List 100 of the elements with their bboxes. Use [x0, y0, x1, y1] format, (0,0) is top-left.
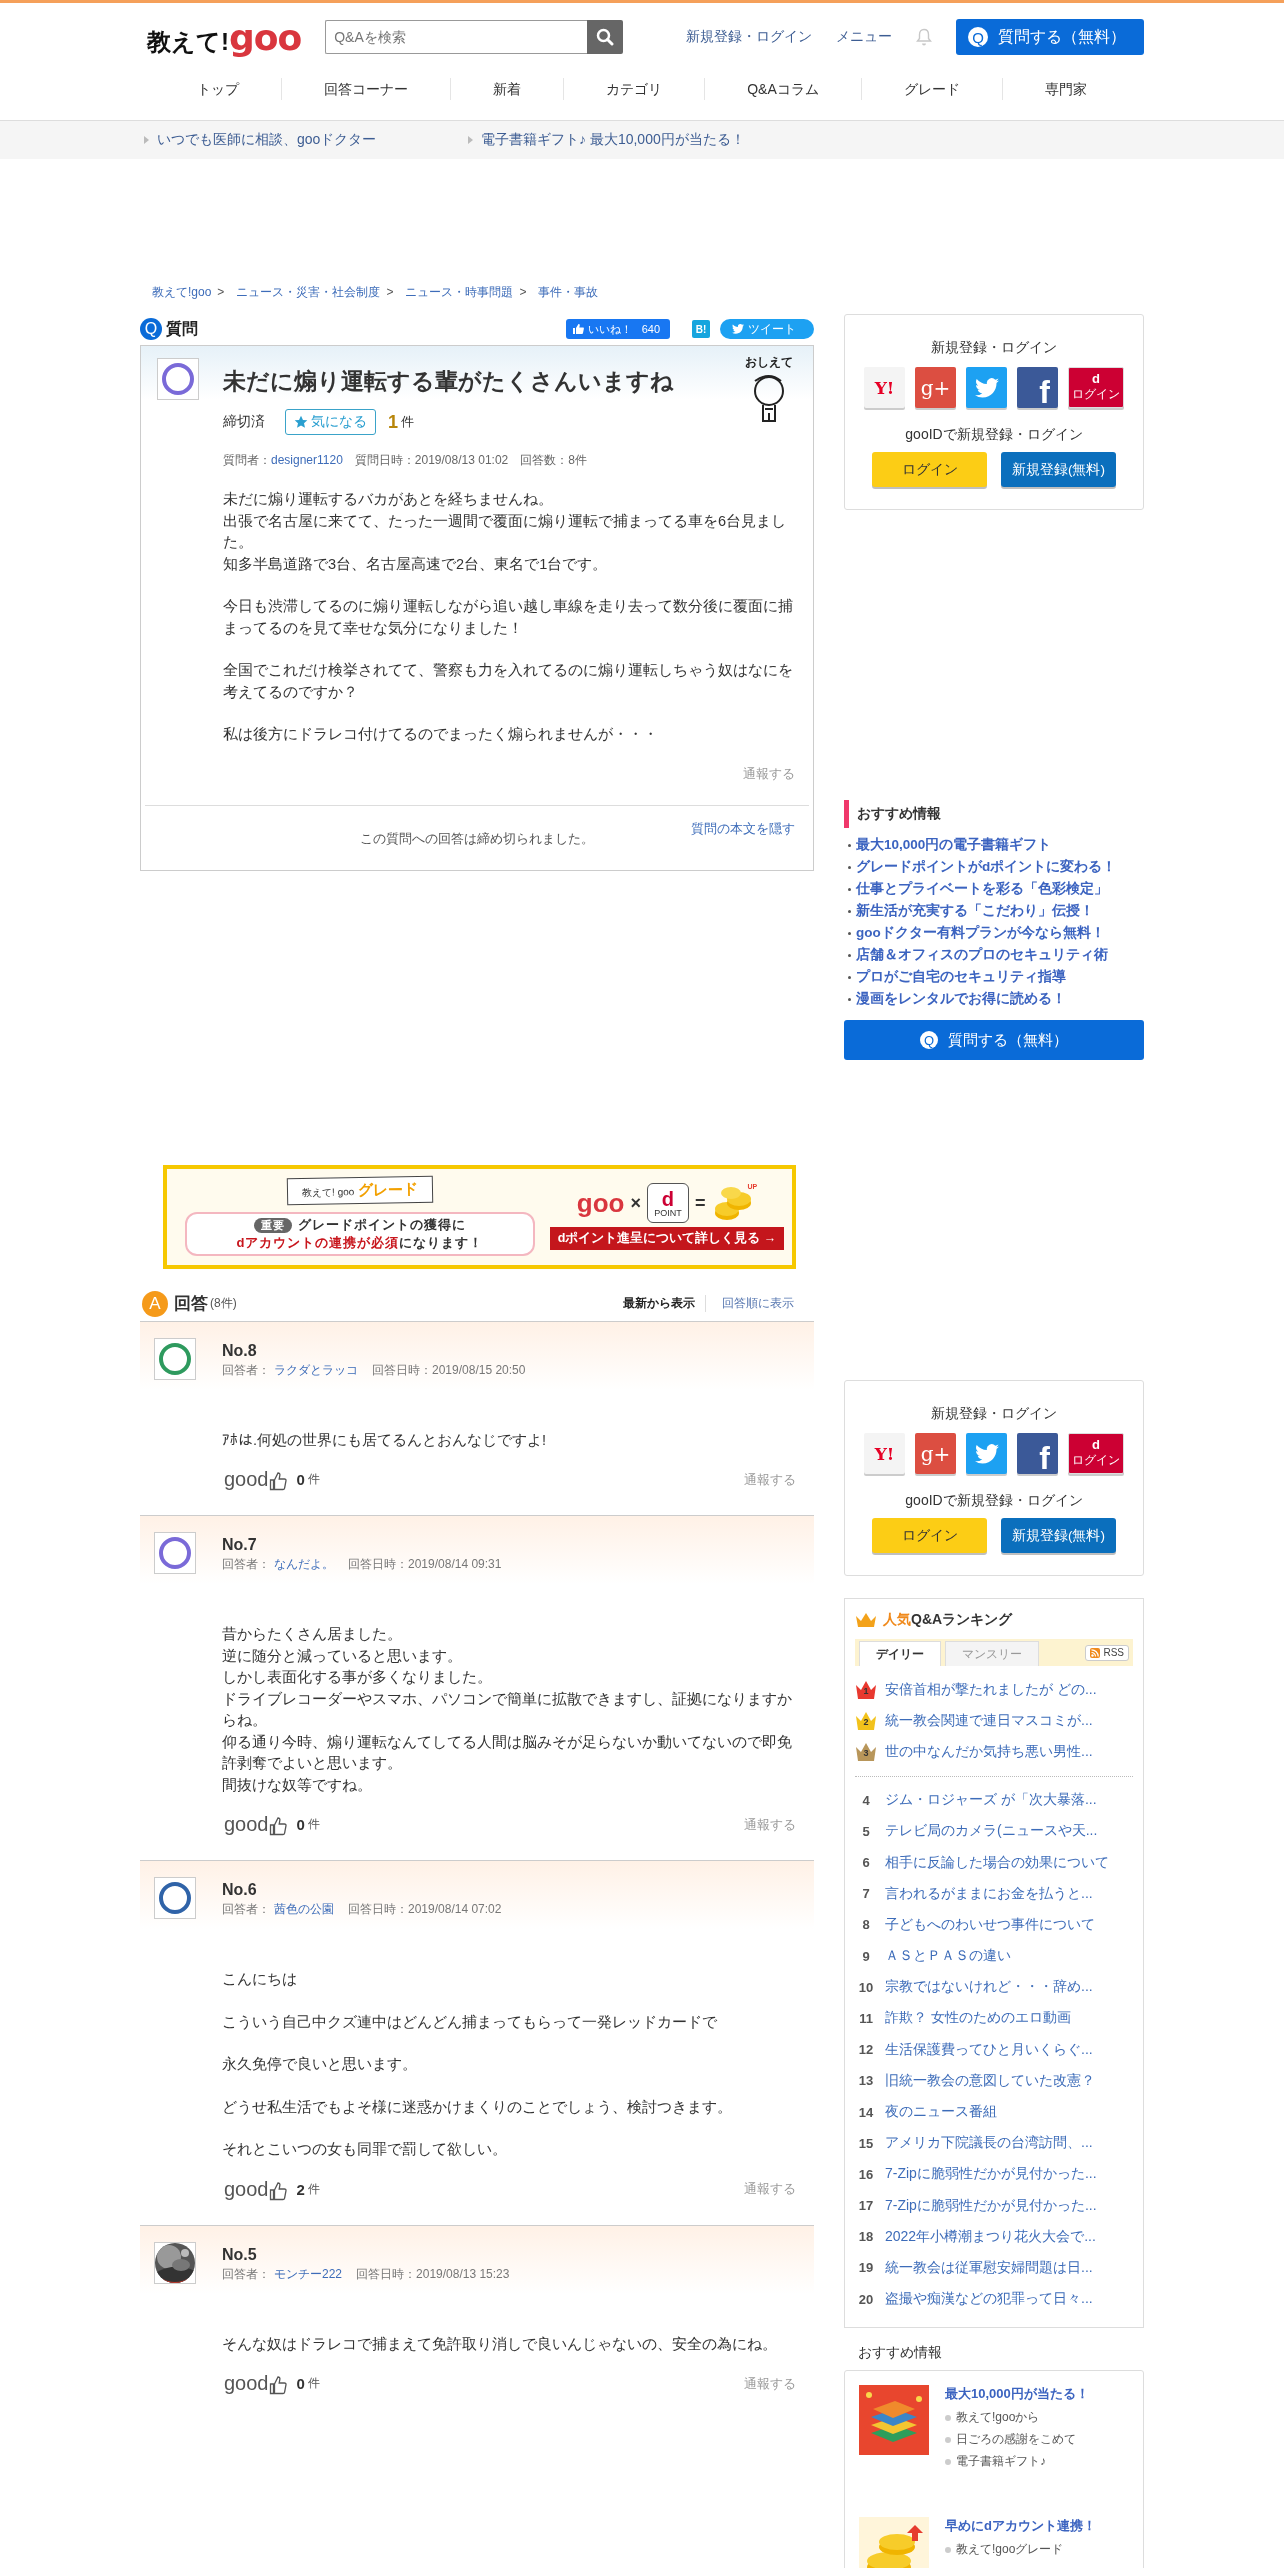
ranking-tab[interactable]: デイリー: [859, 1641, 941, 1666]
notification-button[interactable]: [916, 28, 932, 46]
nav-link[interactable]: 専門家: [1001, 78, 1129, 100]
recommend-link[interactable]: 新生活が充実する「こだわり」伝授！: [856, 902, 1094, 920]
breadcrumb-link[interactable]: 教えて!goo: [152, 283, 212, 301]
good-button[interactable]: good: [224, 2372, 287, 2395]
social-login-button[interactable]: d ログイン: [1068, 367, 1124, 408]
header-link[interactable]: メニュー: [836, 28, 892, 46]
bird-login-button[interactable]: [966, 367, 1007, 408]
nav-link[interactable]: Q&Aコラム: [704, 78, 861, 100]
ranking-link[interactable]: 宗教ではないけれど・・・辞め...: [885, 1978, 1093, 1997]
ranking-link[interactable]: 2022年小樽潮まつり花火大会で...: [885, 2227, 1096, 2246]
tweet-button[interactable]: ツイート: [720, 319, 814, 339]
user-link[interactable]: ラクダとラッコ: [274, 1361, 358, 1379]
ask-question-button[interactable]: Q 質問する（無料）: [844, 1020, 1144, 1060]
count-unit: 件: [307, 1471, 320, 1488]
breadcrumb-separator: >: [519, 285, 527, 299]
breadcrumb-link[interactable]: 事件・事故: [538, 283, 599, 301]
recommend-headline[interactable]: 最大10,000円が当たる！: [945, 2384, 1089, 2403]
logo[interactable]: 教えて!goo: [147, 16, 302, 58]
good-button[interactable]: good: [224, 2177, 287, 2201]
hide-body-link[interactable]: 質問の本文を隠す: [691, 819, 795, 838]
ranking-link[interactable]: 夜のニュース番組: [885, 2103, 997, 2122]
ask-question-button[interactable]: Q 質問する（無料）: [956, 19, 1144, 55]
social-login-button[interactable]: f: [1017, 1433, 1058, 1474]
report-link[interactable]: 通報する: [744, 2180, 796, 2198]
login-button[interactable]: ログイン: [872, 1518, 987, 1553]
social-login-button[interactable]: Y!: [864, 1433, 905, 1474]
search-field[interactable]: Q&Aを検索: [325, 20, 588, 54]
details-button[interactable]: dポイント進呈について詳しく見る →: [549, 1227, 785, 1250]
social-login-button[interactable]: Y!: [864, 367, 905, 408]
ranking-link[interactable]: 言われるがままにお金を払うと...: [885, 1884, 1093, 1903]
ranking-link[interactable]: 安倍首相が撃たれましたが どの...: [885, 1680, 1097, 1699]
social-login-button[interactable]: g+: [915, 1433, 956, 1474]
answer-badge: A: [142, 1290, 168, 1317]
ranking-link[interactable]: 統一教会は従軍慰安婦問題は日...: [885, 2258, 1093, 2277]
report-link[interactable]: 通報する: [744, 1815, 796, 1834]
login-button[interactable]: ログイン: [872, 452, 987, 487]
report-link[interactable]: 通報する: [743, 764, 795, 783]
recommend-link[interactable]: プロがご自宅のセキュリティ指導: [856, 968, 1066, 986]
sort-tab[interactable]: 最新から表示: [613, 1295, 706, 1312]
ranking-link[interactable]: 詐欺？ 女性のためのエロ動画: [885, 2009, 1071, 2028]
ranking-link[interactable]: 生活保護費ってひと月いくらぐ...: [885, 2040, 1093, 2059]
recommend-link[interactable]: 最大10,000円の電子書籍ギフト: [856, 836, 1052, 854]
bird-login-button[interactable]: [966, 1433, 1007, 1474]
breadcrumb-link[interactable]: ニュース・災害・社会制度: [236, 283, 381, 301]
watch-button[interactable]: 気になる: [285, 409, 376, 435]
recommend-headline[interactable]: 早めにdアカウント連携！: [945, 2516, 1096, 2535]
user-link[interactable]: モンチー222: [274, 2265, 343, 2283]
report-link[interactable]: 通報する: [744, 2374, 796, 2393]
recommend-link[interactable]: 教えて!gooから: [956, 2409, 1040, 2427]
panel-title: 人気Q&Aランキング: [883, 1611, 1013, 1629]
ranking-link[interactable]: 統一教会関連で連日マスコミが...: [885, 1711, 1093, 1730]
ranking-link[interactable]: ＡＳとＰＡＳの違い: [885, 1947, 1011, 1966]
search-button[interactable]: [587, 20, 624, 54]
header-link[interactable]: 新規登録・ログイン: [686, 28, 812, 46]
ranking-link[interactable]: ジム・ロジャーズ が「次大暴落...: [885, 1791, 1097, 1810]
register-button[interactable]: 新規登録(無料): [1001, 452, 1116, 487]
promo-link[interactable]: いつでも医師に相談、gooドクター: [157, 131, 377, 149]
nav-link[interactable]: カテゴリ: [563, 78, 705, 100]
ranking-link[interactable]: アメリカ下院議長の台湾訪問、...: [885, 2134, 1093, 2153]
promo-link[interactable]: 電子書籍ギフト♪ 最大10,000円が当たる！: [481, 131, 745, 149]
user-link[interactable]: なんだよ。: [274, 1556, 334, 1573]
question-text: 出張で名古屋に来てて、たった一週間で覆面に煽り運転で捕まってる車を6台見ました。: [223, 511, 788, 552]
user-link[interactable]: 茜色の公園: [274, 1901, 334, 1918]
nav-link[interactable]: 新着: [450, 78, 564, 100]
recommend-link[interactable]: 店舗＆オフィスのプロのセキュリティ術: [856, 946, 1108, 964]
breadcrumb-link[interactable]: ニュース・時事問題: [405, 283, 514, 301]
ranking-link[interactable]: 7-Zipに脆弱性だかが見付かった...: [885, 2196, 1097, 2215]
social-login-button[interactable]: d ログイン: [1068, 1433, 1124, 1474]
rss-button[interactable]: RSS: [1085, 1644, 1129, 1661]
nav-link[interactable]: 回答コーナー: [281, 78, 451, 100]
ranking-link[interactable]: 旧統一教会の意図していた改憲？: [885, 2071, 1095, 2090]
recommend-link[interactable]: 電子書籍ギフト♪: [956, 2453, 1046, 2471]
recommend-link[interactable]: 日ごろの感謝をこめて: [956, 2431, 1076, 2449]
recommend-link[interactable]: グレードポイントがdポイントに変わる！: [856, 858, 1117, 876]
ranking-link[interactable]: 7-Zipに脆弱性だかが見付かった...: [885, 2165, 1097, 2184]
ranking-link[interactable]: テレビ局のカメラ(ニュースや天...: [885, 1822, 1098, 1841]
nav-link[interactable]: グレード: [860, 78, 1002, 100]
report-link[interactable]: 通報する: [744, 1470, 796, 1489]
recommend-link[interactable]: 仕事とプライベートを彩る「色彩検定」: [856, 880, 1108, 898]
register-button[interactable]: 新規登録(無料): [1001, 1518, 1116, 1553]
social-login-button[interactable]: g+: [915, 367, 956, 408]
sort-tab[interactable]: 回答順に表示: [712, 1295, 804, 1312]
nav-link[interactable]: トップ: [155, 78, 282, 100]
ranking-link[interactable]: 相手に反論した場合の効果について: [885, 1853, 1109, 1872]
good-button[interactable]: good: [224, 1468, 287, 1491]
good-button[interactable]: good: [224, 1813, 287, 1836]
recommend-link[interactable]: 教えて!gooグレード: [956, 2541, 1064, 2559]
bullet-icon: [945, 2436, 951, 2443]
ranking-link[interactable]: 子どもへのわいせつ事件について: [885, 1915, 1095, 1934]
user-link[interactable]: designer1120: [271, 453, 343, 467]
ranking-link[interactable]: 盗撮や痴漢などの犯罪って日々...: [885, 2290, 1093, 2309]
like-button[interactable]: いいね！ 640: [565, 319, 670, 339]
crown-icon: [855, 1612, 877, 1628]
recommend-link[interactable]: gooドクター有料プランが今なら無料！: [856, 924, 1105, 942]
question-badge: Q: [140, 318, 162, 340]
ranking-link[interactable]: 世の中なんだか気持ち悪い男性...: [885, 1742, 1093, 1761]
social-login-button[interactable]: f: [1017, 367, 1058, 408]
recommend-link[interactable]: 漫画をレンタルでお得に読める！: [856, 990, 1066, 1008]
